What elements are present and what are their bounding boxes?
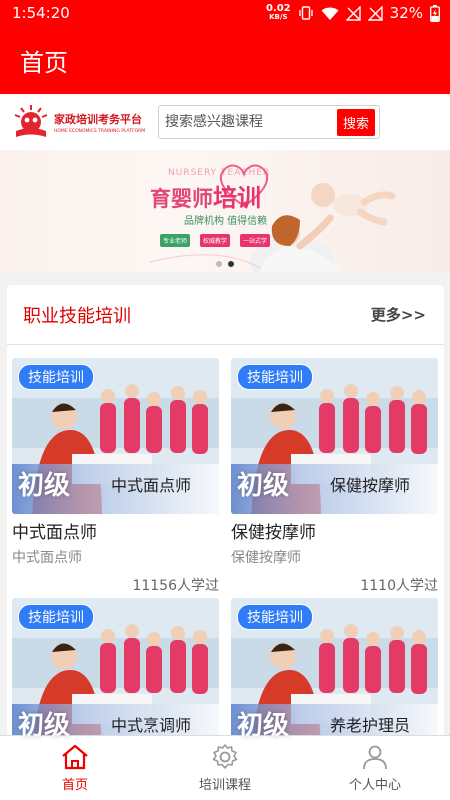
course-thumbnail: 技能培训 初级 保健按摩师 [231, 358, 438, 514]
nav-profile[interactable]: 个人中心 [300, 736, 450, 800]
logo-icon [14, 105, 48, 137]
course-title: 中式面点师 [12, 523, 97, 543]
skill-training-section: 职业技能培训 更多>> 技能培训 初级 中式面点师 中式面点师 中式面点师 11… [7, 285, 444, 745]
course-level: 初级 [237, 471, 290, 501]
banner-tags: 专业老师 权威教学 一站式学 [160, 234, 271, 247]
banner-title: 育婴师培训 [150, 178, 261, 213]
course-tag: 技能培训 [18, 364, 94, 390]
course-level: 初级 [237, 711, 290, 741]
search-row: 家政培训考务平台 HOME ECONOMICS TRAINING PLATFOR… [0, 94, 450, 150]
course-level: 初级 [18, 471, 71, 501]
banner-title-emph: 培训 [213, 184, 261, 212]
nav-label: 个人中心 [348, 778, 401, 793]
banner-carousel[interactable]: NURSERY TEACHER 育婴师培训 品牌机构 值得信赖 专业老师 权威教… [0, 150, 450, 272]
banner-tag: 一站式学 [240, 234, 271, 247]
banner-title-main: 育婴师 [150, 187, 213, 211]
page-title: 首页 [20, 48, 68, 77]
search-input[interactable] [165, 114, 325, 130]
no-signal-icon-2 [367, 5, 383, 21]
course-card[interactable]: 技能培训 初级 养老护理员 [231, 598, 438, 745]
course-tag: 技能培训 [18, 604, 94, 630]
nav-courses[interactable]: 培训课程 [150, 736, 300, 800]
wifi-icon [321, 6, 339, 21]
course-thumb-name: 中式面点师 [110, 476, 191, 495]
status-icons: 0.02 KB/S 32% [266, 4, 440, 22]
course-subtitle: 保健按摩师 [231, 550, 301, 566]
user-icon [363, 745, 387, 770]
course-card[interactable]: 技能培训 初级 中式烹调师 [12, 598, 219, 745]
battery-charging-icon [430, 4, 440, 22]
net-speed: 0.02 KB/S [265, 3, 291, 22]
course-tag: 技能培训 [237, 604, 313, 630]
course-thumbnail: 技能培训 初级 养老护理员 [231, 598, 438, 745]
no-signal-icon [345, 5, 361, 21]
course-learner-count: 1110人学过 [360, 578, 438, 594]
nav-label: 首页 [61, 778, 88, 793]
course-thumb-name: 保健按摩师 [329, 476, 410, 495]
course-card[interactable]: 技能培训 初级 中式面点师 中式面点师 中式面点师 11156人学过 [12, 358, 219, 595]
course-thumbnail: 技能培训 初级 中式面点师 [12, 358, 219, 514]
app-header: 首页 [0, 26, 450, 94]
course-learner-count: 11156人学过 [132, 578, 219, 594]
platform-logo: 家政培训考务平台 HOME ECONOMICS TRAINING PLATFOR… [12, 103, 154, 141]
status-bar: 1:54:20 0.02 KB/S 32% [0, 0, 450, 26]
bottom-nav: 首页 培训课程 个人中心 [0, 735, 450, 800]
logo-text-cn: 家政培训考务平台 [54, 112, 142, 126]
course-level: 初级 [18, 711, 71, 741]
more-link[interactable]: 更多>> [371, 304, 426, 325]
search-button[interactable]: 搜索 [336, 108, 375, 136]
net-speed-value: 0.02 [265, 3, 291, 14]
carousel-dot-active[interactable] [228, 261, 234, 267]
nav-home[interactable]: 首页 [0, 736, 150, 800]
net-speed-unit: KB/S [269, 13, 288, 21]
search-box: 搜索 [158, 105, 380, 139]
banner-tag: 专业老师 [160, 234, 191, 247]
banner-tag: 权威教学 [200, 234, 231, 247]
course-thumbnail: 技能培训 初级 中式烹调师 [12, 598, 219, 745]
banner-slogan: 品牌机构 值得信赖 [184, 216, 268, 227]
gear-icon [212, 744, 238, 769]
course-tag: 技能培训 [237, 364, 313, 390]
logo-text-en: HOME ECONOMICS TRAINING PLATFORM [54, 128, 146, 134]
vibrate-icon [298, 5, 314, 21]
course-thumb-name: 养老护理员 [329, 716, 410, 735]
section-title: 职业技能培训 [23, 305, 131, 327]
course-subtitle: 中式面点师 [12, 550, 82, 566]
course-thumb-name: 中式烹调师 [110, 716, 191, 735]
nav-label: 培训课程 [198, 778, 251, 793]
course-title: 保健按摩师 [231, 523, 316, 543]
carousel-dots [216, 261, 234, 267]
course-card[interactable]: 技能培训 初级 保健按摩师 保健按摩师 保健按摩师 1110人学过 [231, 358, 438, 595]
status-time: 1:54:20 [12, 4, 70, 22]
section-header: 职业技能培训 更多>> [7, 285, 444, 345]
home-icon [62, 744, 88, 770]
battery-percent: 32% [389, 4, 423, 22]
carousel-dot[interactable] [216, 261, 222, 267]
